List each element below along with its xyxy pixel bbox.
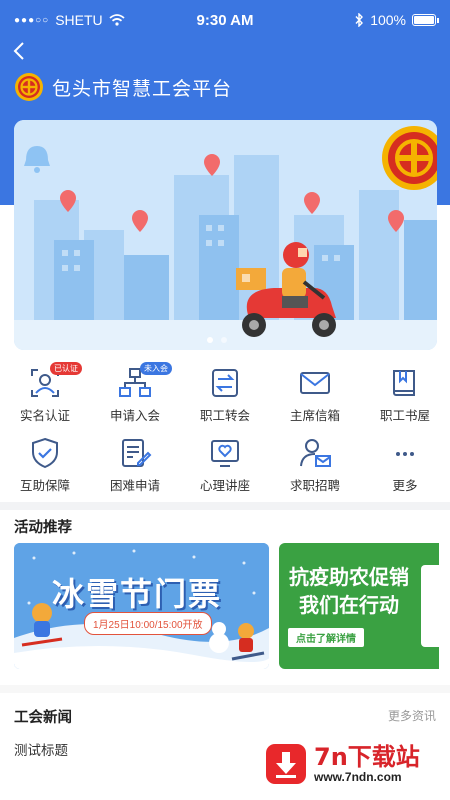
activity-card-title-line1: 抗疫助农促销: [289, 565, 409, 589]
service-item-mutual-aid[interactable]: 互助保障: [0, 432, 90, 502]
service-label: 申请入会: [109, 409, 160, 423]
service-item-transfer[interactable]: 职工转会: [180, 362, 270, 432]
service-row: 已认证 实名认证 未入会 申请入会 职工转会 主席信箱 职工书屋: [0, 362, 450, 432]
service-item-mailbox[interactable]: 主席信箱: [270, 362, 360, 432]
document-edit-icon: [122, 439, 152, 467]
service-item-bookroom[interactable]: 职工书屋: [360, 362, 450, 432]
status-badge: 未入会: [140, 362, 172, 375]
watermark-url: www.7ndn.com: [314, 770, 402, 784]
section-divider: [0, 502, 450, 510]
service-item-real-name[interactable]: 已认证 实名认证: [0, 362, 90, 432]
service-row: 互助保障 困难申请 心理讲座 求职招聘 更多: [0, 432, 450, 502]
watermark-text: 7n下载站 www.7ndn.com: [314, 744, 420, 784]
status-bar: ●●●○○ SHETU 9:30 AM 100%: [0, 0, 450, 40]
banner-carousel[interactable]: [14, 120, 437, 350]
service-item-jobs[interactable]: 求职招聘: [270, 432, 360, 502]
service-label: 互助保障: [19, 479, 70, 493]
card-edge-decoration: [421, 565, 439, 647]
news-section-title: 工会新闻: [14, 710, 72, 726]
page-title: 包头市智慧工会平台: [52, 78, 233, 100]
back-button[interactable]: [12, 40, 36, 64]
heart-screen-icon: [211, 440, 239, 467]
activity-card-detail-button[interactable]: 点击了解详情: [288, 628, 364, 647]
service-label: 职工转会: [199, 409, 250, 423]
activities-title: 活动推荐: [14, 520, 72, 536]
status-right: 100%: [355, 12, 439, 28]
banner-illustration: [14, 120, 437, 350]
service-label: 求职招聘: [289, 479, 340, 493]
section-divider: [0, 685, 450, 693]
service-label: 困难申请: [109, 479, 160, 493]
download-icon: [266, 744, 306, 784]
chevron-left-icon: [13, 42, 24, 60]
user-mail-icon: [300, 439, 331, 467]
transfer-icon: [212, 369, 238, 397]
activity-card-title: 抗疫助农促销 我们在行动: [279, 563, 419, 619]
battery-icon: [412, 14, 439, 26]
service-label: 心理讲座: [199, 479, 250, 493]
news-more-link[interactable]: 更多资讯: [388, 707, 436, 724]
mail-icon: [300, 372, 330, 394]
service-item-psych[interactable]: 心理讲座: [180, 432, 270, 502]
activity-card-title: 冰雪节门票: [52, 575, 223, 613]
activity-card-subtitle: 1月25日10:00/15:00开放: [84, 612, 212, 635]
shield-check-icon: [32, 437, 58, 469]
service-label: 主席信箱: [289, 409, 340, 423]
more-dots-icon: [396, 452, 414, 456]
activity-card-title-line2: 我们在行动: [299, 593, 399, 617]
union-logo-icon: [15, 73, 43, 101]
service-grid: 已认证 实名认证 未入会 申请入会 职工转会 主席信箱 职工书屋 互助保障 困难…: [0, 362, 450, 502]
service-item-more[interactable]: 更多: [360, 432, 450, 502]
news-item[interactable]: 测试标题: [14, 739, 68, 759]
bluetooth-icon: [355, 13, 364, 27]
watermark-brand: 7n下载站: [314, 743, 420, 771]
watermark: 7n下载站 www.7ndn.com: [260, 735, 438, 793]
service-label: 实名认证: [19, 409, 70, 423]
app-title-row: 包头市智慧工会平台: [14, 72, 232, 102]
service-label: 职工书屋: [379, 409, 430, 423]
battery-percent: 100%: [370, 12, 406, 28]
activity-card-farm-aid[interactable]: 抗疫助农促销 我们在行动 点击了解详情: [279, 543, 439, 669]
service-item-apply-join[interactable]: 未入会 申请入会: [90, 362, 180, 432]
service-item-hardship[interactable]: 困难申请: [90, 432, 180, 502]
book-icon: [393, 370, 415, 396]
activity-card-ice-snow[interactable]: 冰雪节门票 1月25日10:00/15:00开放: [14, 543, 269, 669]
status-badge: 已认证: [50, 362, 82, 375]
service-label: 更多: [392, 479, 418, 493]
